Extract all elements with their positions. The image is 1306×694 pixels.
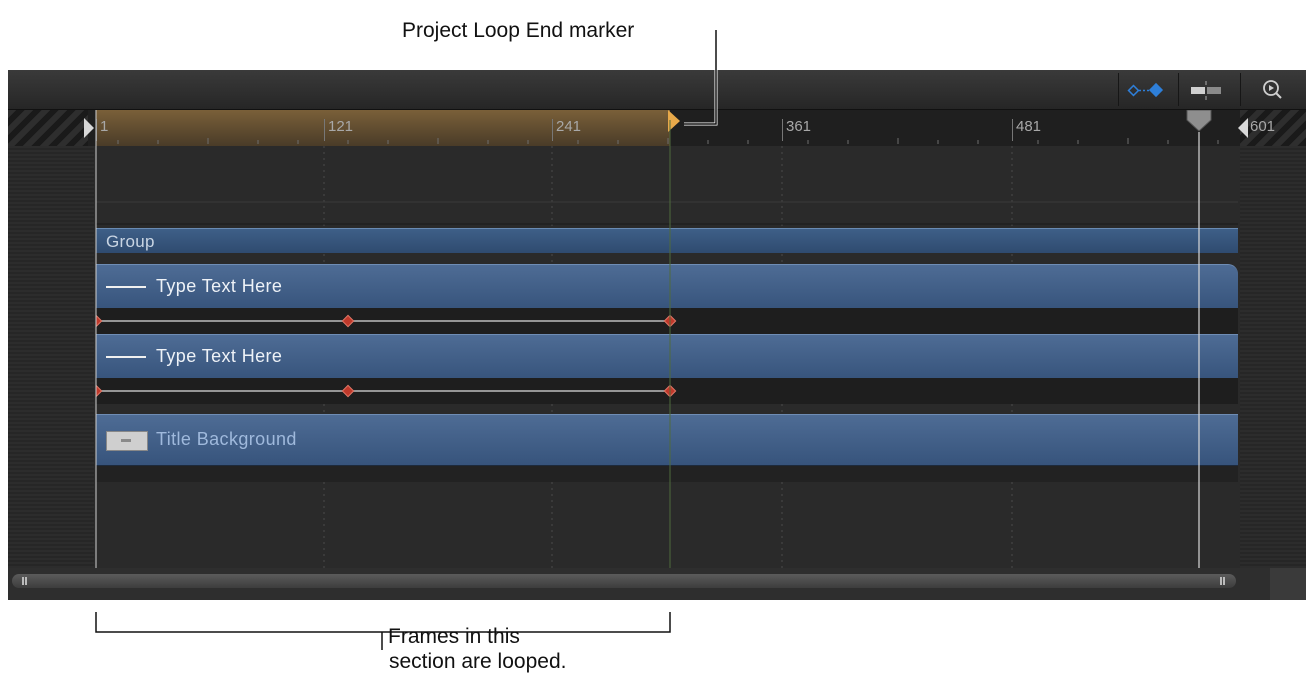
callout-looped-line2: section are looped. <box>389 650 567 673</box>
horizontal-scrollbar[interactable] <box>8 568 1306 600</box>
snap-button[interactable] <box>1178 73 1235 106</box>
snap-icon <box>1191 81 1221 100</box>
show-keyframes-icon <box>1127 82 1164 98</box>
scrollbar-grip-left[interactable] <box>22 577 24 585</box>
scrollbar-corner <box>1270 568 1306 600</box>
zoom-button[interactable] <box>1240 73 1306 106</box>
timeline-guide-lines <box>95 110 1200 568</box>
scrollbar-thumb[interactable] <box>12 574 1236 588</box>
zoom-icon <box>1263 80 1282 99</box>
show-keyframes-button[interactable] <box>1118 73 1175 106</box>
timeline-tracks: Group Type Text Here Type Text Here Titl… <box>8 110 1306 568</box>
scrollbar-grip-right[interactable] <box>1220 577 1222 585</box>
callout-looped-section: Frames in this section are looped. <box>388 624 566 674</box>
timeline-panel: 1 121 241 361 481 601 Group Type Text He… <box>8 70 1306 600</box>
timeline-toolbar <box>8 70 1306 110</box>
callout-loop-end: Project Loop End marker <box>402 19 635 42</box>
callout-looped-line1: Frames in this <box>388 625 520 648</box>
